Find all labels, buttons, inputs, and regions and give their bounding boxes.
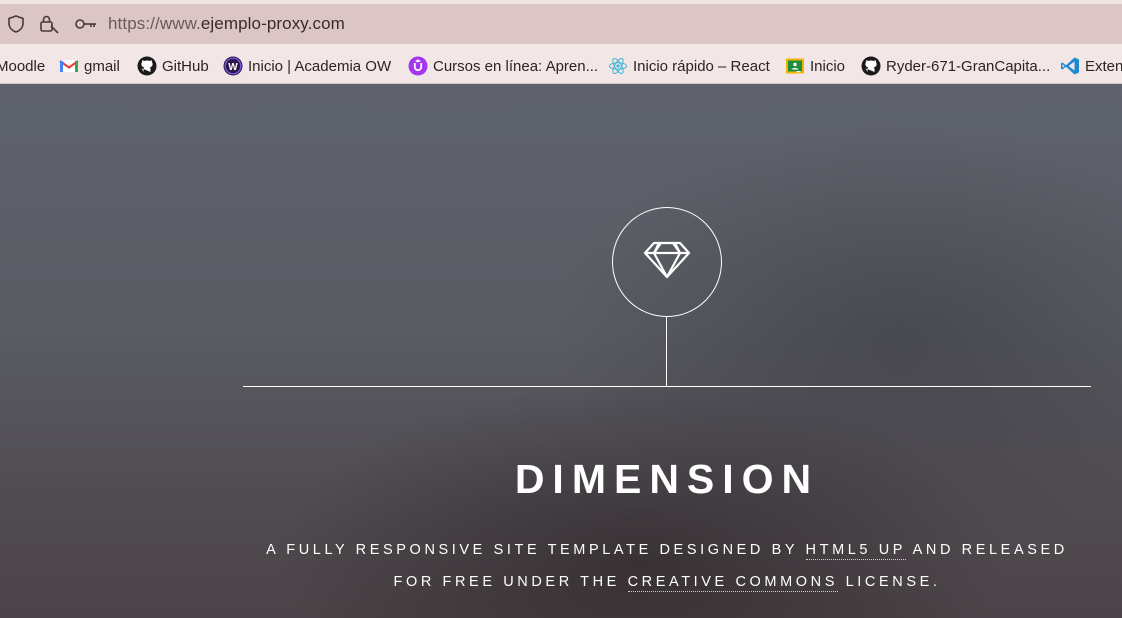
horizontal-divider — [243, 386, 1091, 388]
gmail-icon — [59, 56, 79, 76]
site-title: DIMENSION — [514, 456, 820, 502]
tracking-protection-shield-icon[interactable] — [5, 13, 27, 35]
bookmark-label: Inicio | Academia OW — [248, 57, 392, 75]
site-tagline: A FULLY RESPONSIVE SITE TEMPLATE DESIGNE… — [0, 534, 1122, 598]
github-icon — [861, 56, 881, 76]
tagline-text: AND RELEASED — [905, 542, 1068, 558]
bookmark-moodle[interactable]: Moodle — [0, 55, 45, 77]
tagline-text: A FULLY RESPONSIVE SITE TEMPLATE DESIGNE… — [266, 542, 806, 558]
svg-text:W: W — [228, 62, 238, 73]
github-icon — [137, 56, 157, 76]
vertical-divider — [666, 317, 668, 387]
logo-circle — [612, 207, 722, 317]
html5up-link[interactable]: HTML5 UP — [805, 542, 906, 560]
react-icon — [608, 56, 628, 76]
tagline-text: FOR FREE UNDER THE — [393, 574, 628, 590]
bookmark-label: Exten — [1085, 57, 1122, 75]
bookmark-label: gmail — [84, 57, 120, 75]
bookmark-label: Inicio — [810, 57, 846, 75]
url-host: ejemplo-proxy.com — [200, 14, 345, 33]
bookmark-gmail[interactable]: gmail — [59, 55, 120, 77]
bookmark-ryder-github[interactable]: Ryder-671-GranCapita... — [861, 55, 1050, 77]
page-hero: DIMENSION A FULLY RESPONSIVE SITE TEMPLA… — [0, 84, 1122, 618]
bookmark-label: GitHub — [162, 57, 209, 75]
tagline-line-2: FOR FREE UNDER THE CREATIVE COMMONS LICE… — [0, 566, 1122, 598]
bookmark-udemy-cursos[interactable]: Cursos en línea: Apren... — [408, 55, 598, 77]
bookmark-label: Ryder-671-GranCapita... — [886, 57, 1051, 75]
bookmark-label: Cursos en línea: Apren... — [433, 57, 599, 75]
bookmark-react-inicio-rapido[interactable]: Inicio rápido – React — [608, 55, 770, 77]
url-field[interactable]: https://www.ejemplo-proxy.com — [108, 14, 345, 34]
classroom-icon — [785, 56, 805, 76]
bookmark-classroom-inicio[interactable]: Inicio — [785, 55, 845, 77]
insecure-lock-icon[interactable] — [38, 13, 60, 35]
tagline-text: LICENSE. — [837, 574, 941, 590]
academia-ow-icon: W — [223, 56, 243, 76]
key-icon[interactable] — [73, 13, 99, 35]
vscode-icon — [1060, 56, 1080, 76]
bookmark-label: Inicio rápido – React — [633, 57, 770, 75]
bookmark-extensions[interactable]: Exten — [1060, 55, 1122, 77]
diamond-icon — [642, 240, 692, 285]
creative-commons-link[interactable]: CREATIVE COMMONS — [627, 574, 838, 592]
address-bar: https://www.ejemplo-proxy.com — [0, 0, 1122, 44]
bookmark-github[interactable]: GitHub — [137, 55, 209, 77]
bookmark-label: Moodle — [0, 57, 46, 75]
url-prefix: https://www. — [108, 14, 201, 33]
tagline-line-1: A FULLY RESPONSIVE SITE TEMPLATE DESIGNE… — [0, 534, 1122, 566]
bookmarks-toolbar: Moodle gmail GitHub W Inicio | Academia … — [0, 44, 1122, 84]
udemy-icon — [408, 56, 428, 76]
bookmark-academia-ow[interactable]: W Inicio | Academia OW — [223, 55, 391, 77]
